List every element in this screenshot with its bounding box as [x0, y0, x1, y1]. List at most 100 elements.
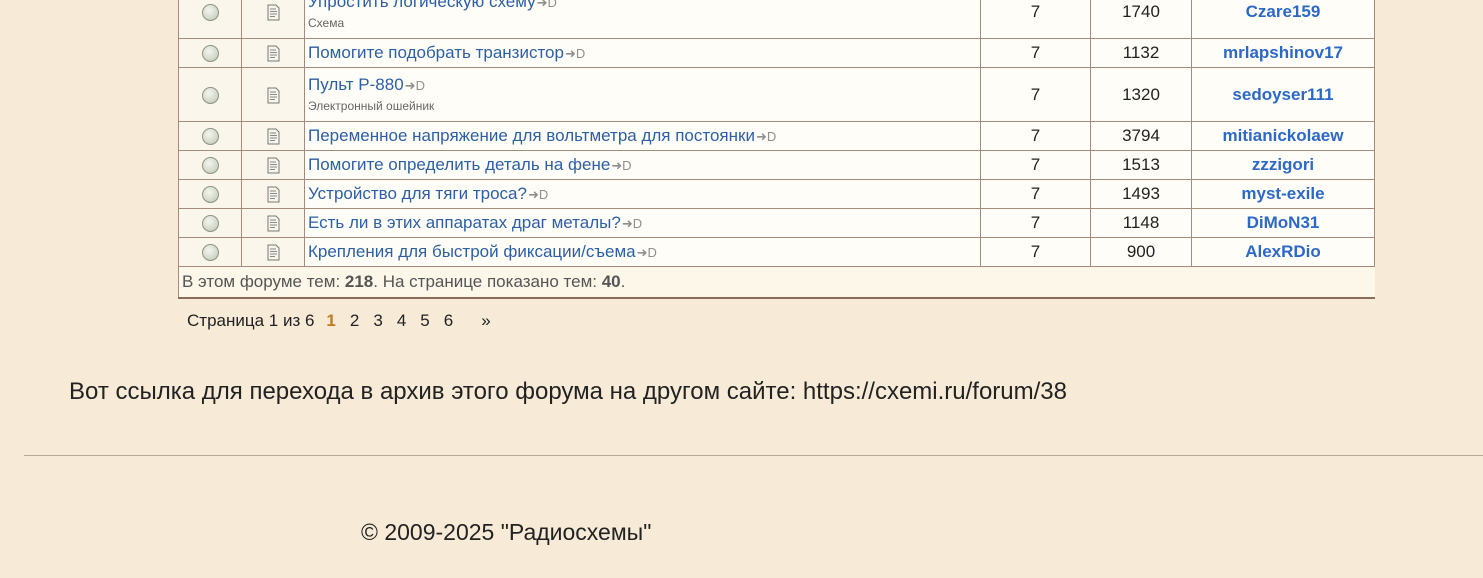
page-link[interactable]: 4 [397, 311, 406, 330]
goto-newest-icon[interactable]: ➜D [565, 46, 585, 61]
topic-author-link[interactable]: mitianickolaew [1223, 126, 1344, 145]
forum-stats: В этом форуме тем: 218. На странице пока… [178, 266, 1375, 299]
topic-views: 1493 [1090, 179, 1192, 209]
topic-views: 900 [1090, 237, 1192, 267]
topic-replies: 7 [980, 237, 1091, 267]
page-link[interactable]: 6 [444, 311, 453, 330]
table-row: Устройство для тяги троса?➜D 7 1493 myst-ex… [178, 179, 1375, 209]
topic-type [241, 0, 305, 39]
goto-newest-icon[interactable]: ➜D [528, 187, 548, 202]
table-row: Помогите подобрать транзистор➜D 7 1132 mrla… [178, 38, 1375, 68]
topic-author-cell: mitianickolaew [1191, 121, 1375, 151]
goto-newest-icon[interactable]: ➜D [637, 245, 657, 260]
table-row: Есть ли в этих аппаратах драг металы?➜D 7… [178, 208, 1375, 238]
topic-replies: 7 [980, 208, 1091, 238]
topic-title-cell: Пульт Р-880➜D Электронный ошейник [304, 67, 981, 122]
read-status-icon [201, 244, 219, 262]
topic-views: 1148 [1090, 208, 1192, 238]
topic-link[interactable]: Крепления для быстрой фиксации/съема [308, 242, 636, 261]
table-row: Упростить логическую схему➜D Схема 7 1740 Cz… [178, 0, 1375, 39]
topic-replies: 7 [980, 121, 1091, 151]
read-status-icon [201, 45, 219, 63]
page-link[interactable]: 2 [350, 311, 359, 330]
page-links: 23456 [350, 311, 467, 330]
goto-newest-icon[interactable]: ➜D [756, 129, 776, 144]
topic-title-cell: Переменное напряжение для вольтметра для… [304, 121, 981, 151]
topic-replies: 7 [980, 38, 1091, 68]
topic-type [241, 67, 305, 122]
topic-document-icon [267, 4, 280, 21]
goto-newest-icon[interactable]: ➜D [622, 216, 642, 231]
topic-replies: 7 [980, 67, 1091, 122]
topic-status [178, 0, 242, 39]
topic-author-cell: AlexRDio [1191, 237, 1375, 267]
topic-replies: 7 [980, 179, 1091, 209]
topic-author-cell: zzzigori [1191, 150, 1375, 180]
topic-type [241, 38, 305, 68]
topic-document-icon [267, 87, 280, 104]
read-status-icon [201, 86, 219, 104]
page-next-link[interactable]: » [481, 311, 490, 330]
topic-subtitle: Схема [308, 16, 345, 30]
read-status-icon [201, 128, 219, 146]
topic-views: 1320 [1090, 67, 1192, 122]
topic-document-icon [267, 157, 280, 174]
topic-status [178, 67, 242, 122]
topic-author-link[interactable]: mrlapshinov17 [1223, 43, 1343, 62]
table-row: Крепления для быстрой фиксации/съема➜D 7 9… [178, 237, 1375, 267]
topic-status [178, 121, 242, 151]
topic-link[interactable]: Есть ли в этих аппаратах драг металы? [308, 213, 621, 232]
topic-document-icon [267, 244, 280, 261]
topic-author-cell: Czare159 [1191, 0, 1375, 39]
page-current: 1 [326, 311, 336, 330]
topics-total: 218 [344, 272, 374, 291]
topic-status [178, 179, 242, 209]
topic-list: Упростить логическую схему➜D Схема 7 1740 Cz… [178, 0, 1375, 267]
goto-newest-icon[interactable]: ➜D [611, 158, 631, 173]
topic-author-cell: mrlapshinov17 [1191, 38, 1375, 68]
topic-table: Упростить логическую схему➜D Схема 7 1740 Cz… [178, 0, 1375, 299]
topic-author-link[interactable]: Czare159 [1246, 2, 1321, 21]
read-status-icon [201, 3, 219, 21]
read-status-icon [201, 215, 219, 233]
topic-author-link[interactable]: DiMoN31 [1247, 213, 1320, 232]
topic-link[interactable]: Пульт Р-880 [308, 75, 404, 94]
table-row: Пульт Р-880➜D Электронный ошейник 7 1320 sed… [178, 67, 1375, 122]
topic-status [178, 237, 242, 267]
archive-note: Вот ссылка для перехода в архив этого фо… [69, 378, 1068, 405]
topic-link[interactable]: Помогите подобрать транзистор [308, 43, 564, 62]
topic-link[interactable]: Помогите определить деталь на фене [308, 155, 610, 174]
page-link[interactable]: 3 [373, 311, 382, 330]
topic-link[interactable]: Устройство для тяги троса? [308, 184, 527, 203]
topic-document-icon [267, 215, 280, 232]
topic-status [178, 208, 242, 238]
topic-author-cell: DiMoN31 [1191, 208, 1375, 238]
forum-stats-row: В этом форуме тем: 218. На странице пока… [178, 266, 1375, 299]
topic-author-cell: sedoyser111 [1191, 67, 1375, 122]
topic-author-link[interactable]: myst-exile [1241, 184, 1324, 203]
goto-newest-icon[interactable]: ➜D [537, 0, 557, 10]
topic-title-cell: Крепления для быстрой фиксации/съема➜D [304, 237, 981, 267]
topic-document-icon [267, 45, 280, 62]
goto-newest-icon[interactable]: ➜D [405, 78, 425, 93]
topic-type [241, 179, 305, 209]
topic-link[interactable]: Переменное напряжение для вольтметра для… [308, 126, 755, 145]
topic-status [178, 150, 242, 180]
topic-status [178, 38, 242, 68]
topic-link[interactable]: Упростить логическую схему [308, 0, 536, 11]
topic-views: 1132 [1090, 38, 1192, 68]
footer-divider [24, 455, 1483, 456]
topic-title-cell: Устройство для тяги троса?➜D [304, 179, 981, 209]
topic-author-link[interactable]: sedoyser111 [1232, 85, 1333, 104]
topic-author-cell: myst-exile [1191, 179, 1375, 209]
topic-views: 1740 [1090, 0, 1192, 39]
read-status-icon [201, 186, 219, 204]
topic-author-link[interactable]: zzzigori [1252, 155, 1314, 174]
topic-author-link[interactable]: AlexRDio [1245, 242, 1321, 261]
topic-replies: 7 [980, 150, 1091, 180]
pagination-label: Страница 1 из 6 [187, 311, 315, 330]
read-status-icon [201, 157, 219, 175]
page-link[interactable]: 5 [420, 311, 429, 330]
copyright: © 2009-2025 "Радиосхемы" [361, 519, 652, 545]
topics-shown: 40 [601, 272, 621, 291]
